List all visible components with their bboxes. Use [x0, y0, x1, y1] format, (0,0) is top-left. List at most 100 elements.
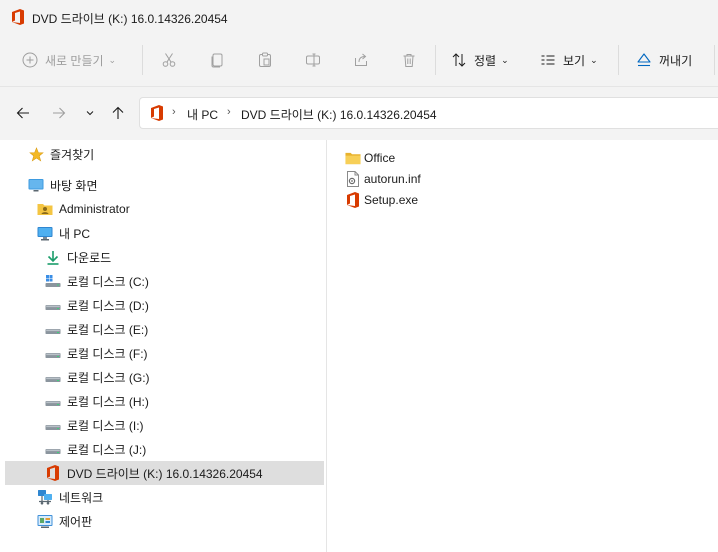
drive-icon [45, 441, 61, 457]
title-bar: DVD 드라이브 (K:) 16.0.14326.20454 [0, 0, 718, 34]
list-item-autorun-inf[interactable]: autorun.inf [345, 168, 421, 189]
control-panel-icon [37, 513, 53, 529]
sidebar-item-downloads[interactable]: 다운로드 [45, 245, 111, 269]
chevron-down-icon [86, 111, 94, 116]
back-button[interactable] [14, 104, 32, 122]
drive-icon [45, 345, 61, 361]
sidebar-item-label: 로컬 디스크 (I:) [67, 418, 144, 433]
scissors-icon [162, 53, 176, 67]
rename-button[interactable] [305, 44, 321, 76]
star-icon [28, 146, 44, 162]
command-bar: 새로 만들기 ⌄ 정렬 ⌄ 보기 ⌄ 꺼내기 [0, 34, 718, 87]
sidebar-item-desktop[interactable]: 바탕 화면 [28, 173, 98, 197]
new-button[interactable]: 새로 만들기 ⌄ [22, 44, 116, 76]
drive-icon [45, 297, 61, 313]
sidebar-item-drive-i[interactable]: 로컬 디스크 (I:) [45, 413, 144, 437]
eject-label: 꺼내기 [659, 53, 693, 68]
view-list-icon [541, 55, 555, 65]
breadcrumb-this-pc[interactable]: 내 PC [187, 106, 218, 123]
sidebar-item-label: 로컬 디스크 (E:) [67, 322, 149, 337]
file-name: Office [364, 150, 396, 165]
sidebar-item-drive-c[interactable]: 로컬 디스크 (C:) [45, 269, 149, 293]
share-button[interactable] [353, 44, 369, 76]
add-circle-icon [22, 52, 38, 68]
separator [714, 45, 715, 75]
chevron-right-icon[interactable]: › [172, 106, 176, 118]
sidebar-item-label: 로컬 디스크 (G:) [67, 370, 150, 385]
sidebar-item-label: 로컬 디스크 (D:) [67, 298, 149, 313]
drive-icon [45, 321, 61, 337]
address-bar[interactable]: › 내 PC › DVD 드라이브 (K:) 16.0.14326.20454 [139, 97, 718, 129]
office-icon [12, 9, 24, 25]
sidebar-item-label: DVD 드라이브 (K:) 16.0.14326.20454 [67, 466, 263, 481]
arrow-right-icon [53, 107, 66, 119]
list-item-office-folder[interactable]: Office [345, 147, 395, 168]
new-button-label: 새로 만들기 [45, 53, 104, 68]
office-icon [45, 465, 61, 481]
office-icon [151, 105, 163, 121]
window-title: DVD 드라이브 (K:) 16.0.14326.20454 [32, 12, 228, 26]
chevron-down-icon: ⌄ [108, 54, 117, 65]
copy-button[interactable] [209, 44, 225, 76]
sort-label: 정렬 [474, 53, 497, 68]
delete-button[interactable] [401, 44, 417, 76]
file-name: Setup.exe [364, 192, 419, 207]
file-name: autorun.inf [364, 171, 421, 186]
drive-icon [45, 417, 61, 433]
forward-button[interactable] [50, 104, 68, 122]
sidebar-item-this-pc[interactable]: 내 PC [37, 221, 90, 245]
copy-icon [211, 53, 223, 68]
chevron-right-icon[interactable]: › [227, 106, 231, 118]
view-label: 보기 [563, 53, 586, 68]
sidebar-item-network[interactable]: 네트워크 [37, 485, 103, 509]
sidebar-item-label: 바탕 화면 [50, 178, 98, 193]
sidebar-item-label: 다운로드 [67, 250, 112, 265]
sidebar-item-label: 즐겨찾기 [50, 147, 95, 162]
chevron-down-icon: ⌄ [501, 54, 509, 65]
sidebar-item-label: 로컬 디스크 (F:) [67, 346, 148, 361]
sidebar-item-dvd-drive[interactable]: DVD 드라이브 (K:) 16.0.14326.20454 [5, 461, 324, 485]
office-icon [345, 191, 361, 208]
separator [618, 45, 619, 75]
chevron-down-icon: ⌄ [590, 54, 598, 65]
sidebar-item-control-panel[interactable]: 제어판 [37, 509, 92, 533]
list-item-setup-exe[interactable]: Setup.exe [345, 189, 418, 210]
download-icon [45, 249, 61, 265]
sidebar-item-favorites[interactable]: 즐겨찾기 [28, 142, 94, 166]
cut-button[interactable] [161, 44, 177, 76]
sort-button[interactable]: 정렬 ⌄ [451, 44, 509, 76]
separator [142, 45, 143, 75]
up-button[interactable] [109, 104, 127, 122]
paste-button[interactable] [257, 44, 273, 76]
sidebar-item-label: 내 PC [59, 226, 91, 241]
system-drive-icon [45, 273, 61, 289]
sidebar-item-drive-e[interactable]: 로컬 디스크 (E:) [45, 317, 148, 341]
settings-file-icon [345, 170, 361, 187]
sidebar-item-drive-f[interactable]: 로컬 디스크 (F:) [45, 341, 148, 365]
pane-divider[interactable] [326, 140, 327, 552]
view-button[interactable]: 보기 ⌄ [540, 44, 598, 76]
arrow-up-icon [112, 106, 124, 119]
sidebar-item-drive-j[interactable]: 로컬 디스크 (J:) [45, 437, 146, 461]
computer-icon [37, 225, 53, 241]
network-icon [37, 489, 53, 505]
sidebar-item-drive-h[interactable]: 로컬 디스크 (H:) [45, 389, 149, 413]
sidebar-item-drive-g[interactable]: 로컬 디스크 (G:) [45, 365, 150, 389]
folder-icon [345, 150, 361, 166]
sidebar-item-label: Administrator [59, 202, 130, 216]
sidebar-item-label: 제어판 [59, 514, 93, 529]
breadcrumb-dvd-drive[interactable]: DVD 드라이브 (K:) 16.0.14326.20454 [241, 106, 437, 123]
sidebar-item-administrator[interactable]: Administrator [37, 197, 130, 221]
separator [435, 45, 436, 75]
recent-locations-button[interactable] [81, 104, 99, 122]
rename-icon [306, 53, 320, 67]
drive-icon [45, 393, 61, 409]
navigation-pane: 즐겨찾기 바탕 화면 Administrator 내 PC 다운로드 로컬 디스… [0, 140, 326, 552]
desktop-icon [28, 177, 44, 193]
share-icon [355, 53, 367, 66]
user-folder-icon [37, 201, 53, 217]
sidebar-item-label: 로컬 디스크 (H:) [67, 394, 149, 409]
sidebar-item-drive-d[interactable]: 로컬 디스크 (D:) [45, 293, 149, 317]
eject-button[interactable]: 꺼내기 [636, 44, 692, 76]
sidebar-item-label: 로컬 디스크 (J:) [67, 442, 147, 457]
